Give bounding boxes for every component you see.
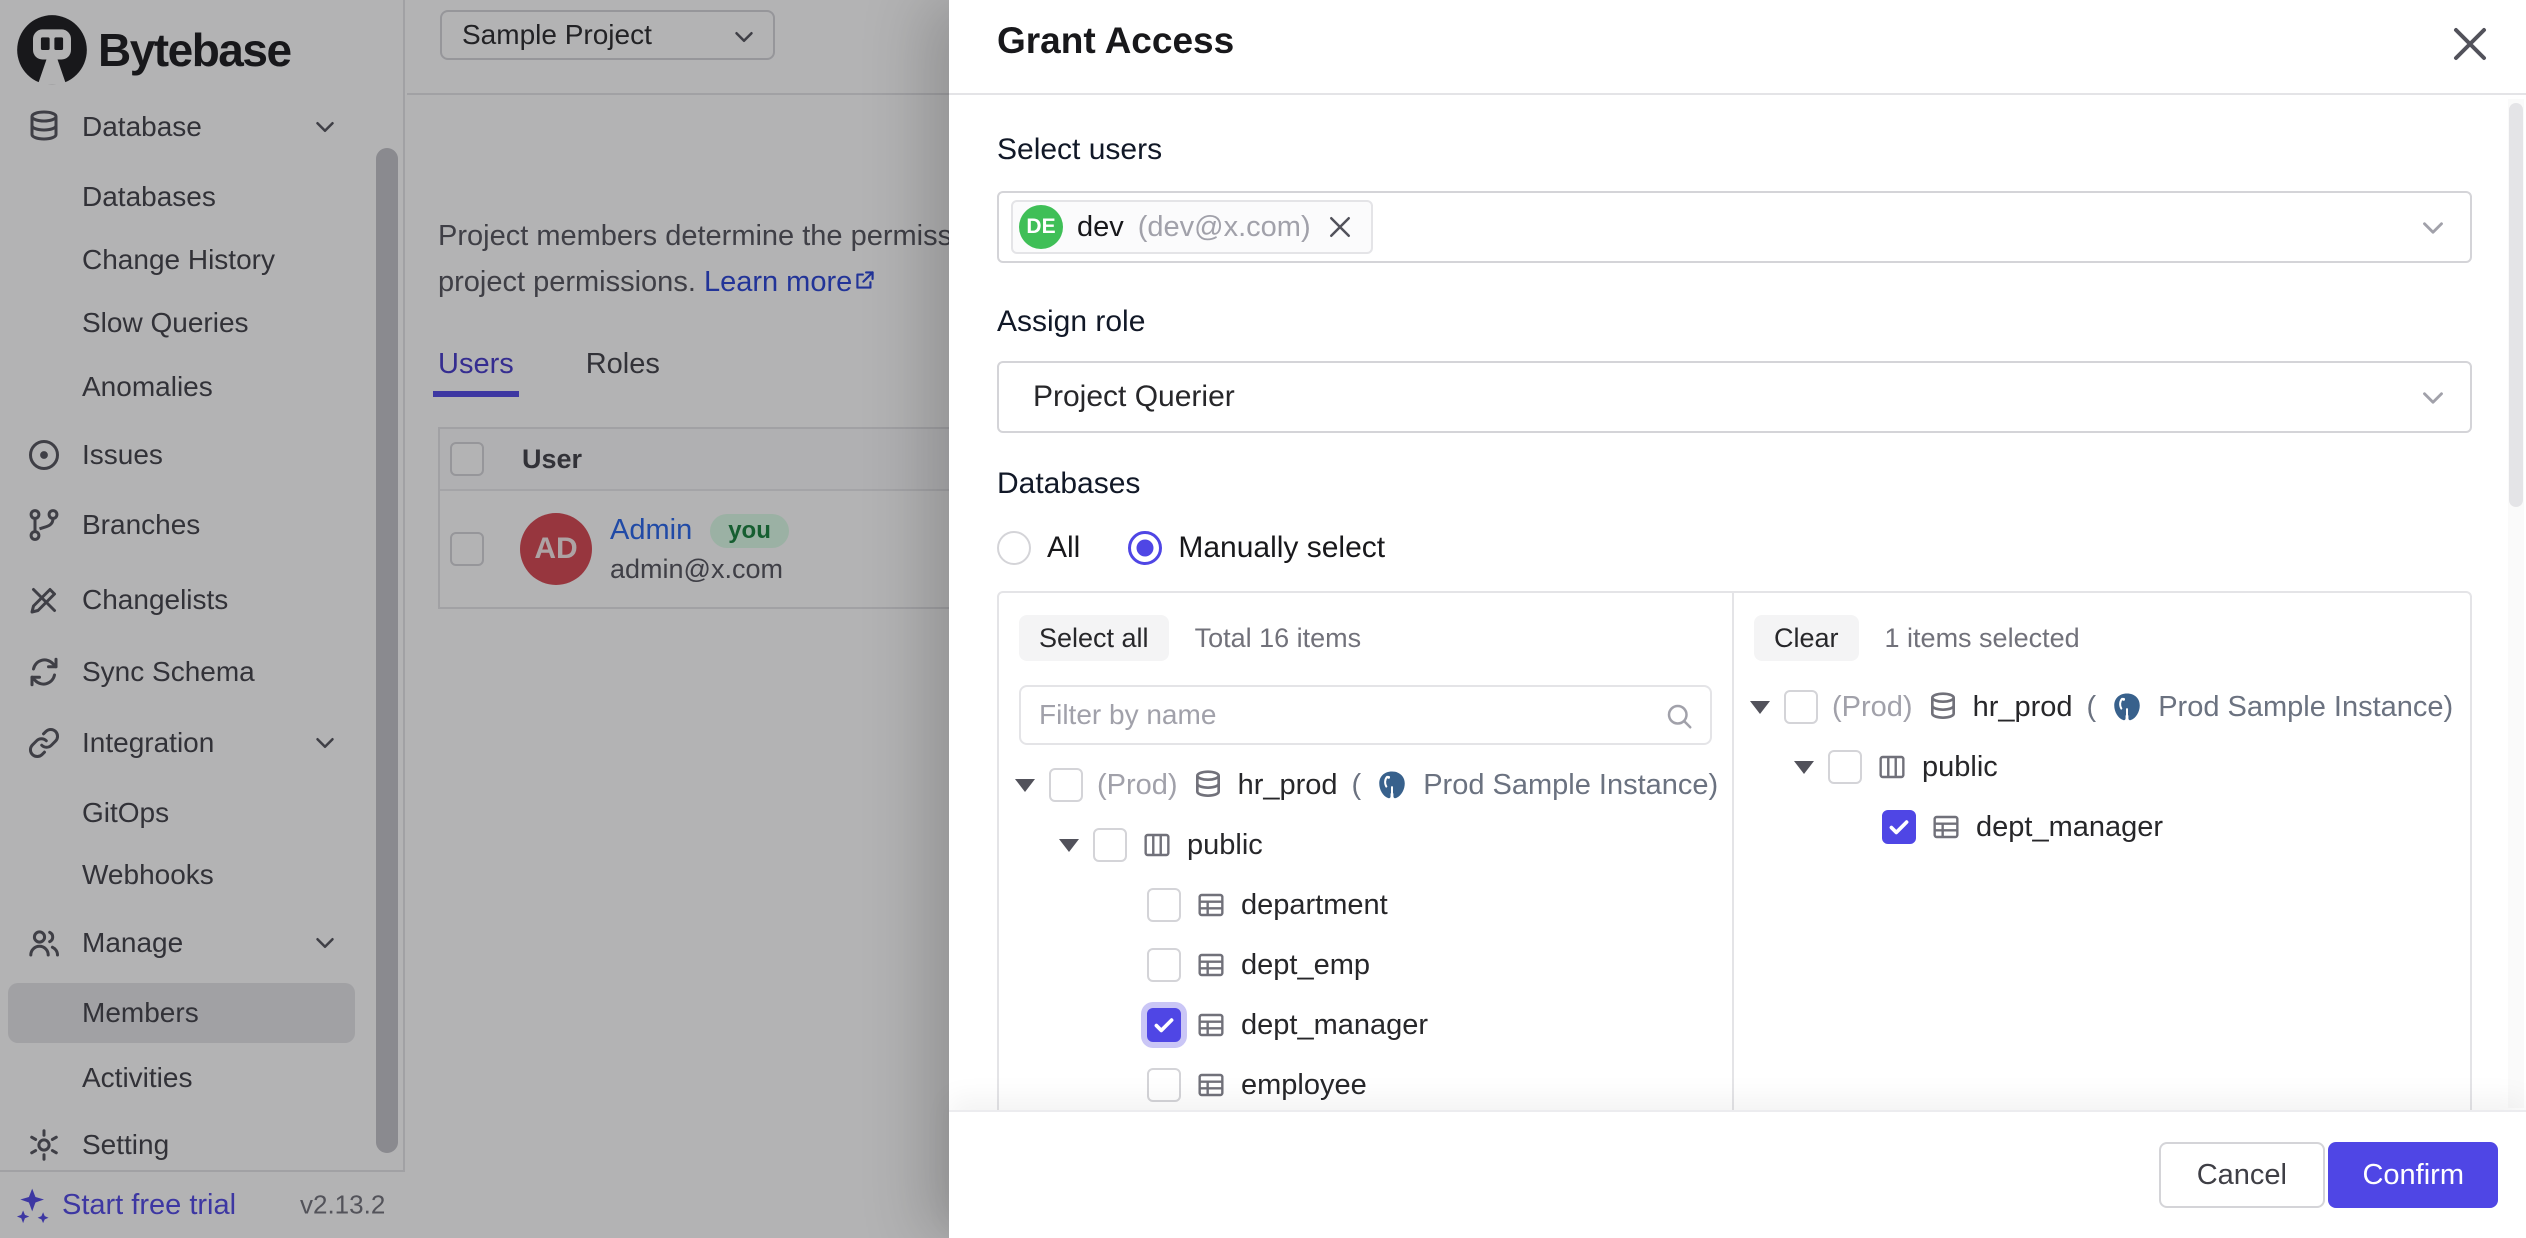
chevron-down-icon bbox=[2416, 381, 2450, 415]
database-scope-radios: All Manually select bbox=[997, 531, 2472, 565]
databases-label: Databases bbox=[997, 467, 2472, 501]
remove-user-icon[interactable] bbox=[1325, 212, 1355, 242]
checkbox[interactable] bbox=[1784, 690, 1818, 724]
table-icon bbox=[1930, 811, 1962, 843]
tree-expander-icon[interactable] bbox=[1794, 761, 1814, 774]
tree-expander-icon[interactable] bbox=[1750, 701, 1770, 714]
tree-row-table[interactable]: employee bbox=[999, 1055, 1732, 1110]
radio-all[interactable]: All bbox=[997, 531, 1080, 565]
modal-title: Grant Access bbox=[997, 20, 1234, 62]
database-transfer: Select all Total 16 items Filter by name… bbox=[997, 591, 2472, 1110]
table-icon bbox=[1195, 1069, 1227, 1101]
tree-row-table[interactable]: dept_emp bbox=[999, 935, 1732, 995]
database-icon bbox=[1927, 691, 1959, 723]
source-panel: Select all Total 16 items Filter by name… bbox=[999, 593, 1734, 1110]
chevron-down-icon bbox=[2416, 211, 2450, 245]
checkbox[interactable] bbox=[1147, 888, 1181, 922]
schema-icon bbox=[1141, 829, 1173, 861]
assign-role-label: Assign role bbox=[997, 305, 2472, 339]
checkbox[interactable] bbox=[1828, 750, 1862, 784]
checkbox[interactable] bbox=[1147, 948, 1181, 982]
selected-tree: (Prod) hr_prod ( Prod Sample Instance) p… bbox=[1734, 677, 2470, 857]
modal-scrollbar[interactable] bbox=[2508, 99, 2524, 1108]
table-icon bbox=[1195, 949, 1227, 981]
source-tree: (Prod) hr_prod ( Prod Sample Instance) p… bbox=[999, 755, 1732, 1110]
tree-row-table[interactable]: dept_manager bbox=[999, 995, 1732, 1055]
select-users-label: Select users bbox=[997, 133, 2472, 167]
confirm-button[interactable]: Confirm bbox=[2328, 1142, 2498, 1208]
table-icon bbox=[1195, 1009, 1227, 1041]
checkbox[interactable] bbox=[1147, 1008, 1181, 1042]
clear-button[interactable]: Clear bbox=[1754, 615, 1859, 661]
selected-panel: Clear 1 items selected (Prod) hr_prod ( bbox=[1734, 593, 2470, 1110]
avatar: DE bbox=[1019, 205, 1063, 249]
role-select[interactable]: Project Querier bbox=[997, 361, 2472, 433]
filter-input[interactable]: Filter by name bbox=[1019, 685, 1712, 745]
tree-row-table[interactable]: dept_manager bbox=[1734, 797, 2470, 857]
app-screen: Bytebase Database Databases Change Histo… bbox=[0, 0, 2526, 1238]
modal-header: Grant Access bbox=[949, 0, 2526, 95]
selected-user-tag: DE dev (dev@x.com) bbox=[1011, 200, 1373, 254]
select-users-input[interactable]: DE dev (dev@x.com) bbox=[997, 191, 2472, 263]
tree-row-schema[interactable]: public bbox=[999, 815, 1732, 875]
tree-expander-icon[interactable] bbox=[1059, 839, 1079, 852]
tree-expander-icon[interactable] bbox=[1015, 779, 1035, 792]
checkbox[interactable] bbox=[1093, 828, 1127, 862]
database-icon bbox=[1192, 769, 1224, 801]
tree-row-database[interactable]: (Prod) hr_prod ( Prod Sample Instance) bbox=[1734, 677, 2470, 737]
modal-scrollbar-thumb[interactable] bbox=[2509, 103, 2523, 507]
checkbox[interactable] bbox=[1882, 810, 1916, 844]
radio-circle-checked[interactable] bbox=[1128, 531, 1162, 565]
cancel-button[interactable]: Cancel bbox=[2159, 1142, 2325, 1208]
modal-body: Select users DE dev (dev@x.com) Assign r… bbox=[949, 97, 2526, 1110]
select-all-button[interactable]: Select all bbox=[1019, 615, 1169, 661]
selected-count-label: 1 items selected bbox=[1885, 623, 2080, 654]
postgresql-icon bbox=[1375, 768, 1409, 802]
schema-icon bbox=[1876, 751, 1908, 783]
search-icon bbox=[1664, 701, 1694, 731]
table-icon bbox=[1195, 889, 1227, 921]
checkbox[interactable] bbox=[1147, 1068, 1181, 1102]
checkbox[interactable] bbox=[1049, 768, 1083, 802]
postgresql-icon bbox=[2110, 690, 2144, 724]
tree-row-database[interactable]: (Prod) hr_prod ( Prod Sample Instance) bbox=[999, 755, 1732, 815]
close-icon[interactable] bbox=[2446, 20, 2494, 68]
modal-footer: Cancel Confirm bbox=[949, 1110, 2526, 1238]
tree-row-table[interactable]: department bbox=[999, 875, 1732, 935]
radio-circle[interactable] bbox=[997, 531, 1031, 565]
tree-row-schema[interactable]: public bbox=[1734, 737, 2470, 797]
grant-access-modal: Grant Access Select users DE dev (dev@x.… bbox=[949, 0, 2526, 1238]
total-items-label: Total 16 items bbox=[1195, 623, 1362, 654]
radio-manually-select[interactable]: Manually select bbox=[1128, 531, 1385, 565]
